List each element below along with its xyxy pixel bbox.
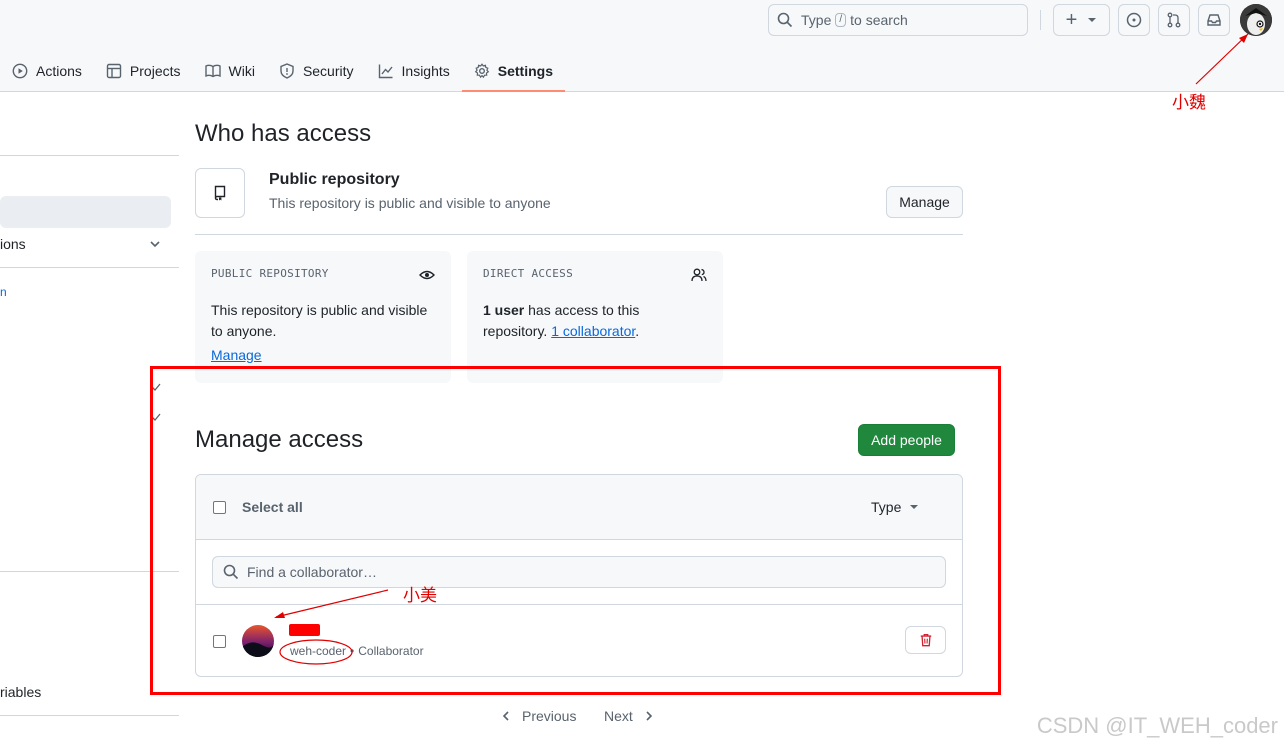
tab-actions[interactable]: Actions (0, 50, 94, 92)
public-repository-card: PUBLIC REPOSITORY This repository is pub… (195, 251, 451, 383)
issues-button[interactable] (1118, 4, 1150, 36)
repo-visibility-icon-box (195, 168, 245, 218)
tab-insights[interactable]: Insights (366, 50, 462, 92)
avatar-annotation-label: 小魏 (1172, 93, 1206, 113)
repo-header: Type / to search + Actions Projects Wiki… (0, 0, 1284, 92)
section-divider (195, 234, 963, 235)
book-icon (204, 64, 221, 78)
annotation-highlight-box (150, 366, 1001, 695)
tab-label: Wiki (228, 63, 255, 79)
pull-requests-button[interactable] (1158, 4, 1190, 36)
manage-visibility-button[interactable]: Manage (886, 186, 963, 218)
card-text-end: . (635, 323, 640, 339)
header-divider (1040, 10, 1041, 30)
tab-settings[interactable]: Settings (461, 50, 566, 92)
eye-icon (419, 270, 435, 280)
next-label: Next (604, 708, 633, 724)
sidebar-item-partial[interactable]: n (0, 285, 7, 299)
search-icon (777, 12, 793, 28)
visibility-description: This repository is public and visible to… (269, 195, 551, 211)
caret-down-icon (1088, 18, 1097, 22)
tab-wiki[interactable]: Wiki (193, 50, 267, 92)
who-has-access-title: Who has access (195, 120, 372, 147)
pagination-previous[interactable]: Previous (500, 708, 576, 724)
tab-label: Settings (497, 63, 553, 79)
sidebar-divider (0, 267, 179, 268)
collaborator-link[interactable]: 1 collaborator (551, 323, 635, 339)
tab-label: Security (302, 63, 354, 79)
tab-security[interactable]: Security (267, 50, 366, 92)
card-title: DIRECT ACCESS (483, 267, 573, 280)
sidebar-divider (0, 715, 179, 716)
sidebar-item-options[interactable]: ions (0, 236, 26, 252)
pagination-next[interactable]: Next (604, 708, 655, 724)
search-shortcut-key: / (835, 13, 847, 27)
watermark: CSDN @IT_WEH_coder (1036, 713, 1278, 738)
manage-link[interactable]: Manage (211, 347, 262, 363)
direct-access-card: DIRECT ACCESS 1 user has access to this … (467, 251, 723, 383)
tab-projects[interactable]: Projects (94, 50, 193, 92)
plus-icon: + (1065, 9, 1078, 31)
search-suffix: to search (850, 12, 908, 28)
repo-icon (214, 185, 226, 201)
card-title: PUBLIC REPOSITORY (211, 267, 329, 280)
card-body: 1 user has access to this repository. 1 … (483, 300, 707, 342)
graph-icon (378, 64, 393, 79)
people-icon (691, 268, 707, 282)
inbox-icon (1207, 14, 1221, 26)
chevron-left-icon (502, 711, 509, 721)
gear-icon (474, 63, 489, 79)
global-search[interactable]: Type / to search (768, 4, 1028, 36)
visibility-title: Public repository (269, 171, 400, 188)
previous-label: Previous (522, 708, 577, 724)
pull-request-icon (1167, 12, 1181, 28)
play-icon (12, 63, 28, 79)
user-count: 1 user (483, 302, 525, 318)
table-icon (106, 63, 122, 79)
annotation-arrow-avatar (1195, 33, 1249, 85)
tab-label: Projects (129, 63, 181, 79)
sidebar-item-selected[interactable] (0, 196, 171, 228)
tab-label: Actions (36, 63, 82, 79)
issue-icon (1126, 12, 1142, 28)
chevron-right-icon (646, 711, 652, 721)
shield-icon (280, 63, 294, 79)
search-prefix: Type (801, 12, 832, 28)
chevron-down-icon[interactable] (149, 238, 161, 250)
tab-label: Insights (401, 63, 450, 79)
card-body: This repository is public and visible to… (211, 302, 428, 339)
repo-tabs: Actions Projects Wiki Security Insights … (0, 50, 566, 92)
create-new-button[interactable]: + (1053, 4, 1110, 36)
sidebar-divider (0, 155, 179, 156)
sidebar-item-variables[interactable]: riables (0, 684, 41, 700)
